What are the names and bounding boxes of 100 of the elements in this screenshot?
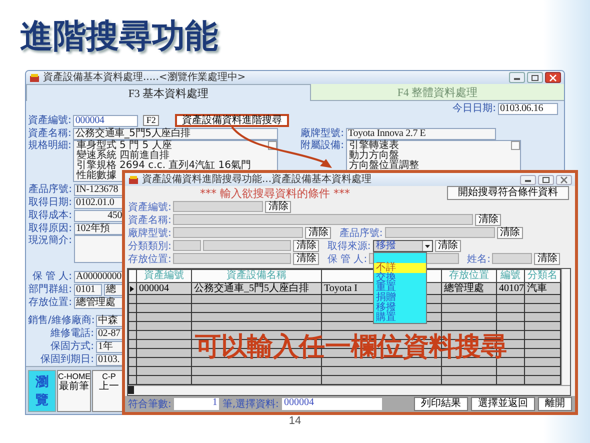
lookup-button[interactable]: F2 xyxy=(143,115,159,126)
action-button[interactable]: 選擇並返回 xyxy=(471,397,535,411)
selection-label: 筆,選擇資料: xyxy=(222,398,279,411)
field-label: 取得原因: xyxy=(28,223,72,234)
nav-button[interactable]: C-HOME 最前筆 xyxy=(57,370,91,412)
app-icon xyxy=(29,72,40,82)
text-field[interactable]: 000004 xyxy=(73,114,138,126)
text-field[interactable]: 450 xyxy=(74,210,124,222)
field-label: 產品序號: xyxy=(28,184,72,195)
clear-button[interactable]: 清除 xyxy=(265,200,292,212)
dropdown-option[interactable]: 重置 xyxy=(374,282,426,292)
table-cell: 公務交通車_5門5人座白排 xyxy=(192,282,322,294)
field-label: 產品序號: xyxy=(339,226,383,240)
text-field[interactable]: 0103.06.16 xyxy=(498,102,558,114)
input-field[interactable] xyxy=(173,201,264,212)
text-field[interactable]: IN-123678 xyxy=(74,184,124,196)
table-cell: 總管理處 xyxy=(442,282,496,294)
field-label: 資產名稱: xyxy=(128,214,172,226)
text-field[interactable]: 總 xyxy=(104,284,124,296)
field-label: 存放位置: xyxy=(28,297,72,308)
clear-button[interactable]: 清除 xyxy=(534,252,560,264)
text-field[interactable]: 中森 xyxy=(96,314,124,326)
text-field[interactable]: Toyota Innova 2.7 E xyxy=(346,128,496,140)
mode-button[interactable]: 瀏覽 xyxy=(28,370,56,412)
text-field[interactable]: 公務交通車_5門5人座白排 xyxy=(73,128,278,140)
caret-icon xyxy=(422,240,432,250)
field-label: 保固方式: xyxy=(50,341,94,352)
column-header: 存放位置 xyxy=(442,270,496,282)
column-header: 資產設備名稱 xyxy=(192,270,322,282)
scrollbar[interactable] xyxy=(511,141,520,150)
dropdown-option[interactable]: 不詳 xyxy=(374,262,426,272)
memo-field[interactable] xyxy=(74,235,124,263)
input-field[interactable] xyxy=(173,240,202,251)
clear-button[interactable]: 清除 xyxy=(305,226,332,238)
maximize-button[interactable] xyxy=(527,72,543,83)
clear-button[interactable]: 清除 xyxy=(475,214,502,226)
field-label: 銷售/維修廠商: xyxy=(28,315,94,326)
field-label: 姓名: xyxy=(467,252,490,266)
clear-button[interactable]: 清除 xyxy=(496,226,523,238)
action-button[interactable]: 離開 xyxy=(538,397,572,411)
clear-button[interactable]: 清除 xyxy=(293,240,320,252)
field-label: 取得來源: xyxy=(327,240,371,252)
text-field[interactable]: 0103. xyxy=(96,354,124,366)
field-label: 今日日期: xyxy=(452,103,496,114)
field-label: 資產編號: xyxy=(28,115,72,126)
selection-field: 000004 xyxy=(282,398,382,410)
form-heading: *** 輸入欲搜尋資料的條件 *** xyxy=(200,186,350,200)
window-title: 資產設備基本資料處理.....<瀏覽作業處理中> xyxy=(43,72,246,84)
search-button[interactable]: 開始搜尋符合條件資料 xyxy=(447,186,569,200)
count-field: 1 xyxy=(174,398,220,410)
field-label: 廠牌型號: xyxy=(300,128,344,139)
slide-title: 進階搜尋功能 xyxy=(19,15,219,54)
field-label: 存放位置: xyxy=(128,252,172,266)
input-field[interactable] xyxy=(492,253,532,264)
clear-button[interactable]: 清除 xyxy=(434,240,461,252)
text-field[interactable]: 102年預 xyxy=(74,222,124,234)
column-header: 分類名 xyxy=(524,270,560,282)
clear-button[interactable]: 清除 xyxy=(293,252,320,264)
scrollbar[interactable] xyxy=(561,269,570,385)
field-label: 資產編號: xyxy=(128,200,172,214)
field-label: 保 管 人: xyxy=(327,252,368,266)
callout-label: 資產設備資料進階搜尋 xyxy=(174,114,289,127)
field-label: 現況簡介: xyxy=(28,235,72,246)
minimize-button[interactable] xyxy=(509,72,525,83)
text-field[interactable]: 總管理處 xyxy=(74,296,124,308)
field-label: 分類類別: xyxy=(128,240,172,252)
close-button[interactable] xyxy=(556,174,572,184)
column-header: 資產編號 xyxy=(136,270,192,282)
text-field[interactable]: A00000000 xyxy=(74,270,124,282)
text-field[interactable]: 1年 xyxy=(96,340,124,352)
field-label: 取得成本: xyxy=(28,210,72,221)
scrollbar[interactable] xyxy=(128,385,570,395)
input-field[interactable] xyxy=(173,214,474,225)
input-field[interactable] xyxy=(173,253,292,264)
minimize-button[interactable] xyxy=(520,174,536,184)
input-field[interactable] xyxy=(203,240,292,251)
field-label: 附屬設備: xyxy=(300,140,344,151)
field-label: 規格明細: xyxy=(28,140,72,151)
field-label: 部門群組: xyxy=(28,284,72,295)
tab[interactable]: F3 基本資料處理 xyxy=(26,84,311,101)
field-label: 保固到期日: xyxy=(40,354,94,365)
maximize-button[interactable] xyxy=(538,174,554,184)
input-field[interactable] xyxy=(173,227,304,238)
text-field[interactable]: 0102.01.0 xyxy=(74,196,124,208)
field-label: 廠牌型號: xyxy=(128,226,172,240)
dropdown-field[interactable]: 移撥 xyxy=(372,240,433,252)
count-label: 符合筆數: xyxy=(128,398,172,411)
input-field[interactable] xyxy=(384,227,495,238)
page-number: 14 xyxy=(288,415,302,427)
action-button[interactable]: 列印結果 xyxy=(414,397,468,411)
table-cell: 000004 xyxy=(136,282,192,294)
column-header: 編號 xyxy=(496,270,524,282)
app-icon xyxy=(128,174,139,184)
field-label: 資產名稱: xyxy=(28,128,72,139)
text-field[interactable]: 02-87 xyxy=(96,328,124,340)
text-field[interactable]: 0101 xyxy=(74,284,102,296)
field-label: 取得日期: xyxy=(28,197,72,208)
field-label: 保 管 人: xyxy=(31,271,72,282)
field-label: 維修電話: xyxy=(50,328,94,339)
close-button[interactable] xyxy=(545,72,561,83)
